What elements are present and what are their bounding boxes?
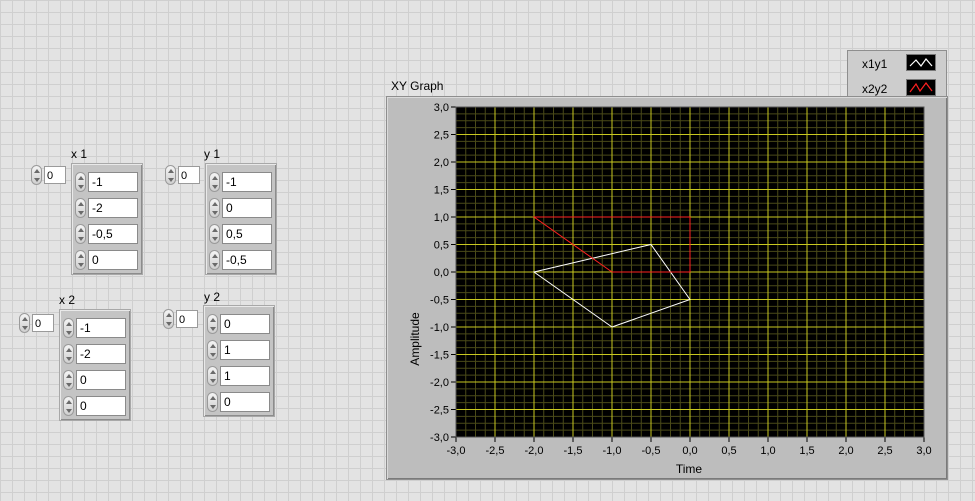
- y-tick-label: 3,0: [434, 102, 449, 114]
- y2-element-2[interactable]: 1: [220, 366, 270, 386]
- y-tick-label: 0,0: [434, 267, 449, 279]
- x-tick-label: -0,5: [642, 445, 661, 457]
- y2-index-value[interactable]: 0: [176, 310, 198, 328]
- y1-array-frame: -1 0 0,5 -0,5: [205, 163, 277, 275]
- x-tick-label: 1,5: [799, 445, 814, 457]
- spinner-arrows-icon[interactable]: [163, 309, 174, 329]
- x-tick-label: 3,0: [916, 445, 931, 457]
- spinner-arrows-icon[interactable]: [63, 396, 74, 416]
- y2-index-control[interactable]: 0: [163, 309, 198, 329]
- x2-array-frame: -1 -2 0 0: [59, 309, 131, 421]
- x1-array-frame: -1 -2 -0,5 0: [71, 163, 143, 275]
- y1-element-3[interactable]: -0,5: [222, 250, 272, 270]
- x2-element-2[interactable]: 0: [76, 370, 126, 390]
- y2-element-3[interactable]: 0: [220, 392, 270, 412]
- x1-element-3[interactable]: 0: [88, 250, 138, 270]
- spinner-arrows-icon[interactable]: [207, 366, 218, 386]
- x-tick-label: -2,0: [525, 445, 544, 457]
- xy-graph-panel: -3,0 -2,5 -2,0 -1,5 -1,0 -0,5 0,0 0,5 1,0 1,5 2,0 2…: [386, 96, 948, 480]
- spinner-arrows-icon[interactable]: [31, 165, 42, 185]
- y2-element-0[interactable]: 0: [220, 314, 270, 334]
- spinner-arrows-icon[interactable]: [19, 313, 30, 333]
- x2-element-3[interactable]: 0: [76, 396, 126, 416]
- y-tick-label: -3,0: [430, 432, 449, 444]
- x2-index-control[interactable]: 0: [19, 313, 54, 333]
- x-tick-label: -1,5: [564, 445, 583, 457]
- spinner-arrows-icon[interactable]: [209, 198, 220, 218]
- x-tick-label: -2,5: [486, 445, 505, 457]
- x-tick-label: 0,5: [721, 445, 736, 457]
- spinner-arrows-icon[interactable]: [207, 314, 218, 334]
- y-tick-label: -1,0: [430, 322, 449, 334]
- y-tick-label: 0,5: [434, 240, 449, 252]
- y-tick-label: -1,5: [430, 350, 449, 362]
- x1-index-control[interactable]: 0: [31, 165, 66, 185]
- spinner-arrows-icon[interactable]: [75, 224, 86, 244]
- x-tick-label: -1,0: [603, 445, 622, 457]
- xy-graph[interactable]: -3,0 -2,5 -2,0 -1,5 -1,0 -0,5 0,0 0,5 1,0 1,5 2,0 2…: [387, 97, 947, 479]
- legend-item-x1y1[interactable]: x1y1: [848, 51, 946, 75]
- y2-label: y 2: [204, 290, 221, 304]
- spinner-arrows-icon[interactable]: [63, 370, 74, 390]
- y2-array-frame: 0 1 1 0: [203, 305, 275, 417]
- y-tick-label: 1,0: [434, 212, 449, 224]
- plot-legend[interactable]: x1y1 x2y2: [847, 50, 947, 101]
- y1-element-2[interactable]: 0,5: [222, 224, 272, 244]
- y-tick-label: -2,0: [430, 377, 449, 389]
- spinner-arrows-icon[interactable]: [75, 250, 86, 270]
- y1-element-0[interactable]: -1: [222, 172, 272, 192]
- x1-index-value[interactable]: 0: [44, 166, 66, 184]
- x1-label: x 1: [71, 147, 88, 161]
- spinner-arrows-icon[interactable]: [75, 172, 86, 192]
- spinner-arrows-icon[interactable]: [63, 318, 74, 338]
- x-tick-label: -3,0: [447, 445, 466, 457]
- line-swatch-icon: [906, 54, 936, 71]
- x2-label: x 2: [59, 293, 76, 307]
- spinner-arrows-icon[interactable]: [63, 344, 74, 364]
- spinner-arrows-icon[interactable]: [75, 198, 86, 218]
- y-tick-label: -0,5: [430, 295, 449, 307]
- legend-label: x1y1: [862, 57, 888, 71]
- line-swatch-icon: [906, 79, 936, 96]
- y-tick-label: -2,5: [430, 405, 449, 417]
- spinner-arrows-icon[interactable]: [165, 165, 176, 185]
- y-tick-label: 1,5: [434, 185, 449, 197]
- y1-index-value[interactable]: 0: [178, 166, 200, 184]
- x-tick-label: 1,0: [760, 445, 775, 457]
- y-tick-label: 2,5: [434, 130, 449, 142]
- y1-label: y 1: [204, 147, 221, 161]
- spinner-arrows-icon[interactable]: [209, 250, 220, 270]
- y-axis-label: Amplitude: [408, 312, 422, 366]
- x-tick-label: 0,0: [682, 445, 697, 457]
- y1-element-1[interactable]: 0: [222, 198, 272, 218]
- x-tick-label: 2,5: [877, 445, 892, 457]
- x1-element-1[interactable]: -2: [88, 198, 138, 218]
- x1-element-2[interactable]: -0,5: [88, 224, 138, 244]
- graph-title: XY Graph: [391, 79, 444, 93]
- y-tick-label: 2,0: [434, 157, 449, 169]
- spinner-arrows-icon[interactable]: [207, 392, 218, 412]
- y2-element-1[interactable]: 1: [220, 340, 270, 360]
- x2-index-value[interactable]: 0: [32, 314, 54, 332]
- spinner-arrows-icon[interactable]: [209, 224, 220, 244]
- x-axis-label: Time: [676, 462, 703, 476]
- spinner-arrows-icon[interactable]: [209, 172, 220, 192]
- x2-element-1[interactable]: -2: [76, 344, 126, 364]
- y1-index-control[interactable]: 0: [165, 165, 200, 185]
- x2-element-0[interactable]: -1: [76, 318, 126, 338]
- x-tick-label: 2,0: [838, 445, 853, 457]
- x1-element-0[interactable]: -1: [88, 172, 138, 192]
- spinner-arrows-icon[interactable]: [207, 340, 218, 360]
- legend-label: x2y2: [862, 82, 888, 96]
